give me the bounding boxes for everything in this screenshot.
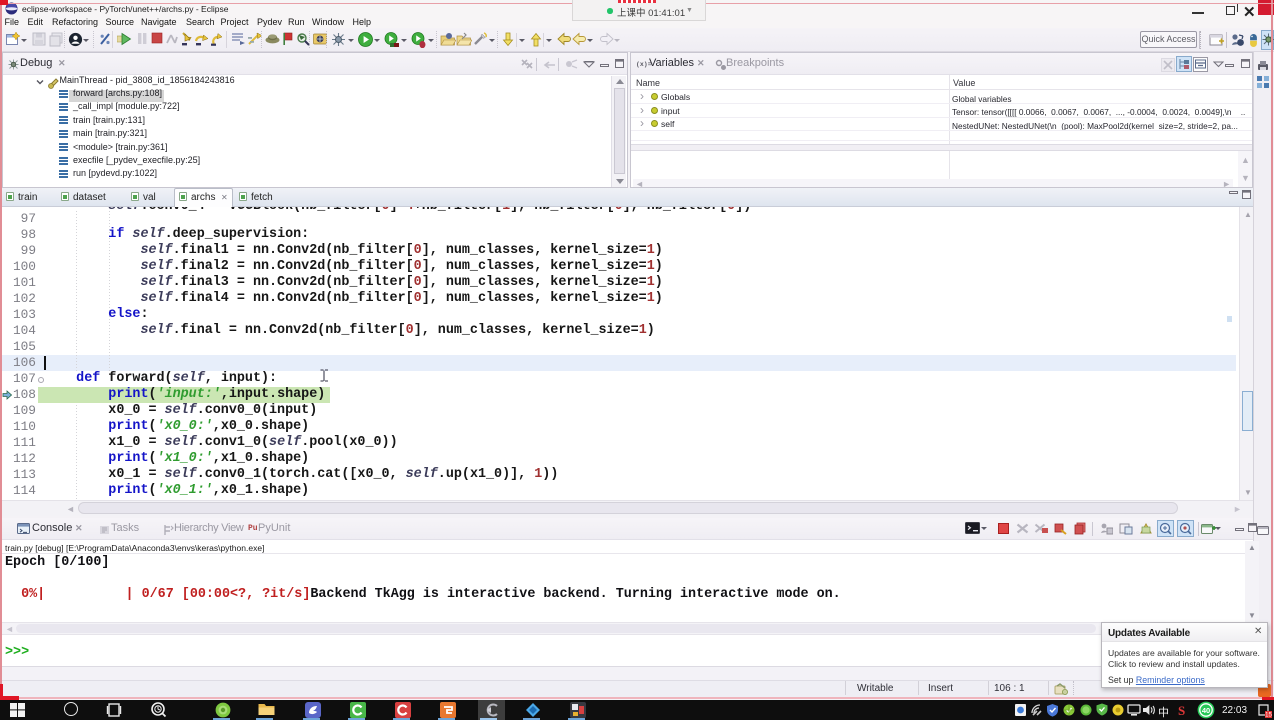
svg-text:15: 15 bbox=[1265, 713, 1272, 718]
svg-text:40: 40 bbox=[1202, 706, 1210, 715]
